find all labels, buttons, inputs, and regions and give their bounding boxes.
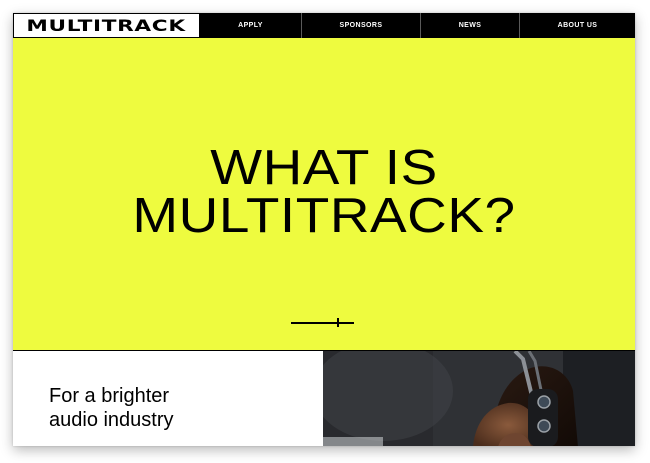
headphones-photo-image xyxy=(323,351,635,446)
divider-line xyxy=(291,322,354,324)
top-nav: MULTITRACK APPLY SPONSORS NEWS ABOUT US xyxy=(13,13,635,38)
hero-title-line-2: MULTITRACK? xyxy=(132,189,516,243)
nav-sponsors[interactable]: SPONSORS xyxy=(301,13,420,38)
divider-tick xyxy=(337,318,339,327)
logo-link[interactable]: MULTITRACK xyxy=(13,13,200,38)
headphones-photo xyxy=(323,351,635,446)
tagline-line-1: For a brighter xyxy=(49,385,170,407)
page-frame: MULTITRACK APPLY SPONSORS NEWS ABOUT US … xyxy=(13,13,635,446)
nav-about-us[interactable]: ABOUT US xyxy=(519,13,635,38)
tagline: For a brighter audio industry xyxy=(49,384,174,432)
intro-section: For a brighter audio industry xyxy=(13,350,635,446)
logo: MULTITRACK xyxy=(26,15,187,35)
hero-title-line-1: WHAT IS xyxy=(210,141,438,195)
tagline-panel: For a brighter audio industry xyxy=(13,351,323,446)
hero-title: WHAT IS MULTITRACK? xyxy=(13,141,635,243)
tagline-line-2: audio industry xyxy=(49,409,174,431)
nav-apply[interactable]: APPLY xyxy=(200,13,301,38)
nav-news[interactable]: NEWS xyxy=(420,13,519,38)
